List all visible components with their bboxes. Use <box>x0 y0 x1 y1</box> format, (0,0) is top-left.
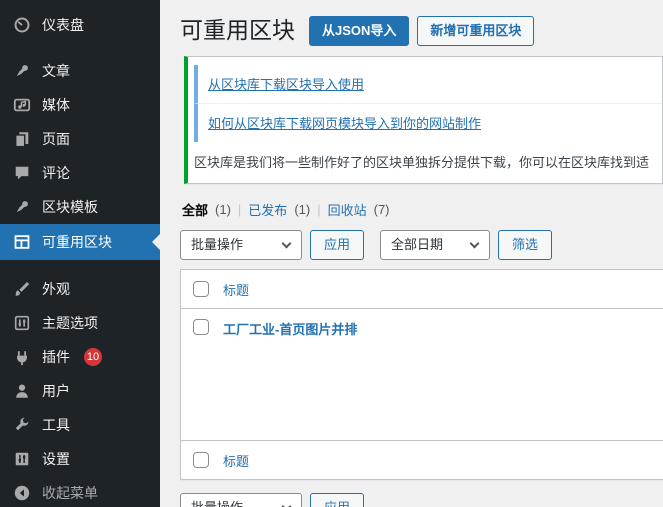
sidebar-item-label: 主题选项 <box>42 315 98 331</box>
sidebar-item-users[interactable]: 用户 <box>0 374 160 408</box>
sidebar-item-plugins[interactable]: 插件 10 <box>0 340 160 374</box>
filter-trash[interactable]: 回收站 <box>328 200 367 219</box>
title-column-footer[interactable]: 标题 <box>223 451 249 470</box>
select-all-checkbox[interactable] <box>193 281 209 297</box>
sidebar-item-label: 外观 <box>42 281 70 297</box>
menu-separator <box>0 42 160 54</box>
filter-trash-count: (7) <box>373 202 390 217</box>
sidebar-item-posts[interactable]: 文章 <box>0 54 160 88</box>
sidebar-item-label: 评论 <box>42 165 70 181</box>
add-new-reusable-block-button[interactable]: 新增可重用区块 <box>417 15 535 47</box>
bulk-action-select-bottom[interactable]: 批量操作 <box>180 493 302 507</box>
main-content: 可重用区块 从JSON导入 新增可重用区块 从区块库下载区块导入使用 如何从区块… <box>160 0 663 507</box>
sidebar-item-collapse-menu[interactable]: 收起菜单 <box>0 476 160 507</box>
chevron-down-icon <box>281 238 292 249</box>
filter-button[interactable]: 筛选 <box>498 230 553 260</box>
sidebar-item-label: 仪表盘 <box>42 17 84 33</box>
sidebar-item-label: 文章 <box>42 63 70 79</box>
brush-icon <box>12 279 32 299</box>
date-filter-selected-value: 全部日期 <box>391 237 444 252</box>
sidebar-item-appearance[interactable]: 外观 <box>0 272 160 306</box>
sidebar-item-label: 区块模板 <box>42 199 98 215</box>
sidebar-item-label: 媒体 <box>42 97 70 113</box>
row-title-link[interactable]: 工厂工业-首页图片并排 <box>223 319 357 338</box>
notice-link-row: 如何从区块库下载网页模块导入到你的网站制作 <box>194 104 662 142</box>
wordpress-admin-page: 仪表盘 文章 媒体 页面 评论 区块模板 可重用区块 外观 主题选项 插件 10… <box>0 0 663 507</box>
theme-options-icon <box>12 313 32 333</box>
pages-icon <box>12 129 32 149</box>
pin-icon <box>12 61 32 81</box>
import-json-button[interactable]: 从JSON导入 <box>309 15 410 47</box>
sidebar-item-comments[interactable]: 评论 <box>0 156 160 190</box>
sidebar-item-label: 设置 <box>42 451 70 467</box>
select-all-checkbox-footer[interactable] <box>193 452 209 468</box>
comment-icon <box>12 163 32 183</box>
user-icon <box>12 381 32 401</box>
apply-button-bottom[interactable]: 应用 <box>310 493 365 507</box>
chevron-down-icon <box>469 238 480 249</box>
notice-description: 区块库是我们将一些制作好了的区块单独拆分提供下载，你可以在区块库找到适 <box>194 155 650 170</box>
sidebar-item-block-templates[interactable]: 区块模板 <box>0 190 160 224</box>
sidebar-item-label: 用户 <box>42 383 70 399</box>
sidebar-item-dashboard[interactable]: 仪表盘 <box>0 8 160 42</box>
bulk-action-selected-value: 批量操作 <box>191 500 243 507</box>
date-filter-select[interactable]: 全部日期 <box>380 230 491 260</box>
plugin-icon <box>12 347 32 367</box>
apply-button[interactable]: 应用 <box>310 230 365 260</box>
sidebar-item-label: 工具 <box>42 417 70 433</box>
download-blocks-link[interactable]: 从区块库下载区块导入使用 <box>208 77 364 92</box>
notice-link-row: 从区块库下载区块导入使用 <box>194 65 662 104</box>
title-column-header[interactable]: 标题 <box>223 280 249 299</box>
sidebar-item-label: 页面 <box>42 131 70 147</box>
reusable-blocks-table: 标题 工厂工业-首页图片并排 标题 <box>180 269 663 480</box>
table-footer-row: 标题 <box>181 441 663 479</box>
filter-published[interactable]: 已发布 <box>248 200 287 219</box>
table-icon <box>12 232 32 252</box>
sidebar-item-label: 可重用区块 <box>42 234 112 250</box>
sidebar-item-theme-options[interactable]: 主题选项 <box>0 306 160 340</box>
filter-separator: | <box>317 202 321 217</box>
chevron-down-icon <box>281 501 292 507</box>
bulk-action-selected-value: 批量操作 <box>191 237 244 252</box>
filter-published-count: (1) <box>294 202 311 217</box>
sidebar-item-label: 收起菜单 <box>42 485 98 501</box>
status-filter-links: 全部 (1) | 已发布 (1) | 回收站 (7) <box>182 200 663 219</box>
block-library-notice: 从区块库下载区块导入使用 如何从区块库下载网页模块导入到你的网站制作 区块库是我… <box>184 56 663 184</box>
how-to-import-link[interactable]: 如何从区块库下载网页模块导入到你的网站制作 <box>208 116 481 131</box>
media-icon <box>12 95 32 115</box>
tablenav-bottom: 批量操作 应用 <box>180 493 663 507</box>
table-row: 工厂工业-首页图片并排 <box>181 309 663 441</box>
bulk-action-select[interactable]: 批量操作 <box>180 230 302 260</box>
pin-icon <box>12 197 32 217</box>
row-checkbox[interactable] <box>193 319 209 335</box>
filter-all[interactable]: 全部 <box>182 200 208 219</box>
sidebar-item-media[interactable]: 媒体 <box>0 88 160 122</box>
sidebar-item-pages[interactable]: 页面 <box>0 122 160 156</box>
sidebar-item-settings[interactable]: 设置 <box>0 442 160 476</box>
wrench-icon <box>12 415 32 435</box>
sidebar-item-tools[interactable]: 工具 <box>0 408 160 442</box>
menu-separator <box>0 260 160 272</box>
dashboard-icon <box>12 15 32 35</box>
plugins-update-badge: 10 <box>84 348 102 366</box>
filter-separator: | <box>237 202 242 217</box>
filter-all-count: (1) <box>215 202 231 217</box>
table-header-row: 标题 <box>181 270 663 309</box>
admin-sidebar: 仪表盘 文章 媒体 页面 评论 区块模板 可重用区块 外观 主题选项 插件 10… <box>0 0 160 507</box>
page-header: 可重用区块 从JSON导入 新增可重用区块 <box>180 0 663 48</box>
page-title: 可重用区块 <box>180 17 295 44</box>
settings-icon <box>12 449 32 469</box>
tablenav-top: 批量操作 应用 全部日期 筛选 <box>180 230 663 260</box>
sidebar-item-label: 插件 <box>42 349 70 365</box>
collapse-icon <box>12 483 32 503</box>
sidebar-item-reusable-blocks[interactable]: 可重用区块 <box>0 224 160 260</box>
